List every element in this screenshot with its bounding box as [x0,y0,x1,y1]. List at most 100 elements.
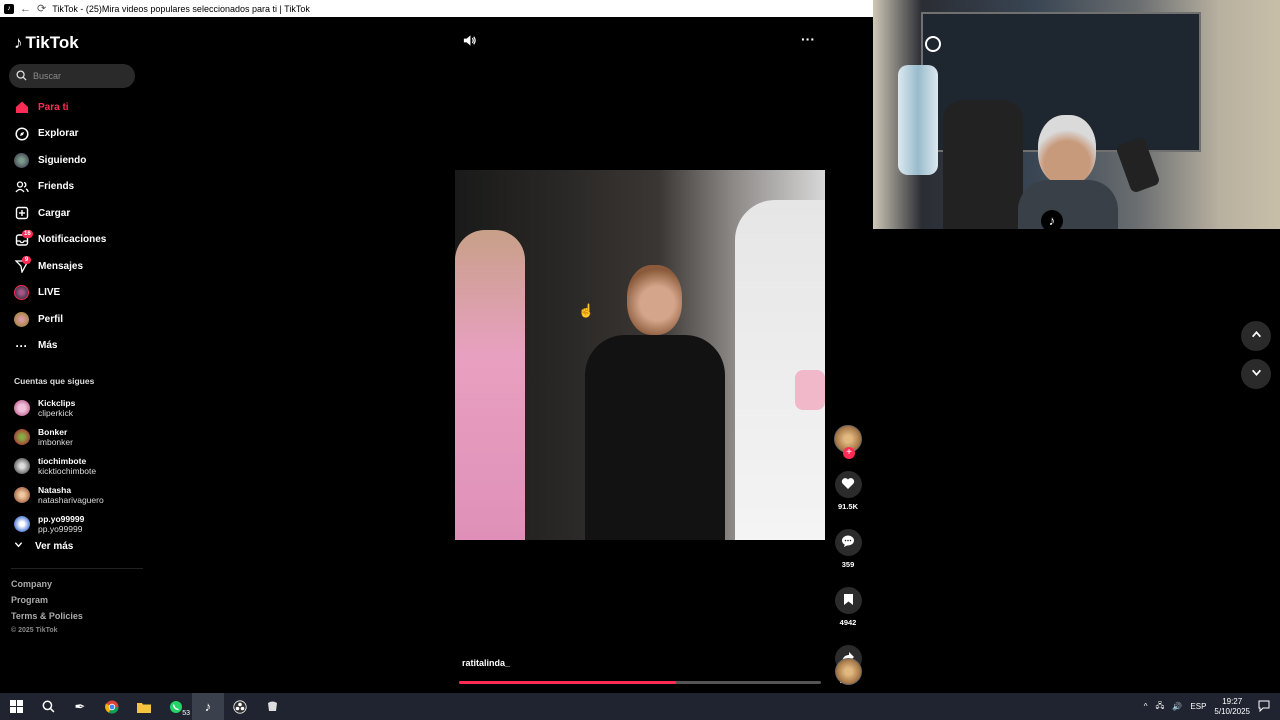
menu-label: Explorar [38,128,79,140]
following-account[interactable]: tiochimbote kicktiochimbote [0,451,145,480]
more-options-icon[interactable]: ··· [801,31,815,47]
avatar [14,515,30,532]
video-player[interactable] [455,170,825,540]
windows-start-icon[interactable] [0,693,32,720]
ver-mas-button[interactable]: Ver más [14,540,73,552]
following-account[interactable]: Kickclips cliperkick [0,393,145,422]
following-account[interactable]: pp.yo99999 pp.yo99999 [0,509,145,538]
menu-item-siguiendo[interactable]: Siguiendo [0,147,145,174]
account-handle: natasharivaguero [38,494,104,505]
system-tray: ^ 🖧 🔊 ESP 19:27 5/10/2025 [1144,693,1280,720]
more-icon: ··· [15,338,28,353]
browser-titlebar: ♪ ← ⟳ TikTok - (25)Mira videos populares… [0,0,873,17]
following-list: Kickclips cliperkick Bonker imbonker tioch… [0,393,145,538]
video-person-center [585,265,725,540]
video-progress-fill [459,681,677,684]
chevron-down-icon [1251,367,1262,381]
back-icon[interactable]: ← [20,3,31,15]
account-name: tiochimbote [38,455,87,466]
menu-item-live[interactable]: LIVE [0,280,145,307]
tiktok-logo[interactable]: ♪ TikTok [14,33,79,53]
search-input[interactable] [33,71,123,81]
next-video-button[interactable] [1241,359,1271,389]
speaker-icon[interactable]: 🔊 [1172,702,1182,711]
search-icon [16,69,27,83]
menu-item-para-ti[interactable]: Para ti [0,94,145,121]
tray-chevron-up-icon[interactable]: ^ [1144,702,1148,711]
menu-item-perfil[interactable]: Perfil [0,306,145,333]
video-progress-bar[interactable] [459,681,821,684]
comment-button[interactable] [834,529,862,556]
account-name: Kickclips [38,397,76,408]
reload-icon[interactable]: ⟳ [37,2,46,15]
menu-item-explorar[interactable]: Explorar [0,121,145,148]
following-section-title: Cuentas que sigues [14,376,95,386]
menu-label: Mensajes [38,260,84,272]
like-button[interactable] [834,471,862,498]
following-account[interactable]: Bonker imbonker [0,422,145,451]
notification-center-icon[interactable] [1258,700,1270,714]
obs-icon[interactable] [224,693,256,720]
search-taskbar-icon[interactable] [32,693,64,720]
clock[interactable]: 19:27 5/10/2025 [1214,697,1250,717]
tiktok-note-icon: ♪ [14,33,23,52]
menu-item-friends[interactable]: Friends [0,174,145,201]
menu-label: Notificaciones [38,234,107,246]
language-indicator[interactable]: ESP [1190,702,1206,711]
avatar [14,428,30,445]
heart-icon [841,477,855,493]
sidebar: ♪ TikTok Para ti Explorar Siguiendo [0,17,145,693]
sound-avatar[interactable] [835,658,862,685]
tiktok-taskbar-icon[interactable]: ♪ [192,693,224,720]
account-handle: cliperkick [38,407,73,418]
menu-item-notificaciones[interactable]: 16 Notificaciones [0,227,145,254]
volume-icon[interactable] [462,33,477,53]
messages-badge: 9 [22,256,31,264]
clock-time: 19:27 [1222,696,1243,706]
video-person-left [455,230,525,540]
friends-icon [14,179,29,194]
footer-link-company[interactable]: Company [11,579,83,589]
save-button[interactable] [834,587,862,614]
webcam-overlay: ♪ [873,0,1280,229]
avatar [14,457,30,474]
following-avatar-icon [14,152,29,168]
chevron-down-icon [14,540,23,552]
avatar [14,486,30,503]
account-handle: pp.yo99999 [38,523,83,534]
home-icon [14,100,29,115]
chrome-icon[interactable] [96,693,128,720]
menu-item-cargar[interactable]: Cargar [0,200,145,227]
footer-link-program[interactable]: Program [11,595,83,605]
menu-label: Perfil [38,313,64,325]
whatsapp-icon[interactable]: 53 [160,693,192,720]
footer-link-terms[interactable]: Terms & Policies [11,611,83,621]
video-author[interactable]: ratitalinda_ [462,658,510,668]
brand-name: TikTok [25,33,79,52]
pen-app-icon[interactable]: ✒ [64,693,96,720]
tiktok-logo-icon: ♪ [1041,210,1063,229]
follow-plus-icon[interactable]: + [843,447,855,459]
divider [11,568,143,569]
comment-icon [841,534,855,551]
account-handle: imbonker [38,436,73,447]
live-icon [14,285,29,301]
notifications-badge: 16 [22,229,33,238]
sidebar-footer: Company Program Terms & Policies © 2025 … [11,579,83,640]
creator-avatar[interactable]: + [834,425,862,459]
file-explorer-icon[interactable] [128,693,160,720]
tiktok-favicon-icon: ♪ [4,3,14,14]
whatsapp-count: 53 [182,710,190,717]
following-account[interactable]: Natasha natasharivaguero [0,480,145,509]
avatar [14,399,30,416]
video-actions: + 91.5K 359 4942 1877 [833,425,863,685]
menu-label: Siguiendo [38,154,87,166]
search-box[interactable] [9,64,135,88]
chevron-up-icon [1251,329,1262,343]
app-icon[interactable] [256,693,288,720]
previous-video-button[interactable] [1241,321,1271,351]
network-icon[interactable]: 🖧 [1156,700,1165,714]
menu-label: LIVE [38,287,61,299]
menu-item-mensajes[interactable]: 9 Mensajes [0,253,145,280]
menu-item-mas[interactable]: ··· Más [0,333,145,360]
